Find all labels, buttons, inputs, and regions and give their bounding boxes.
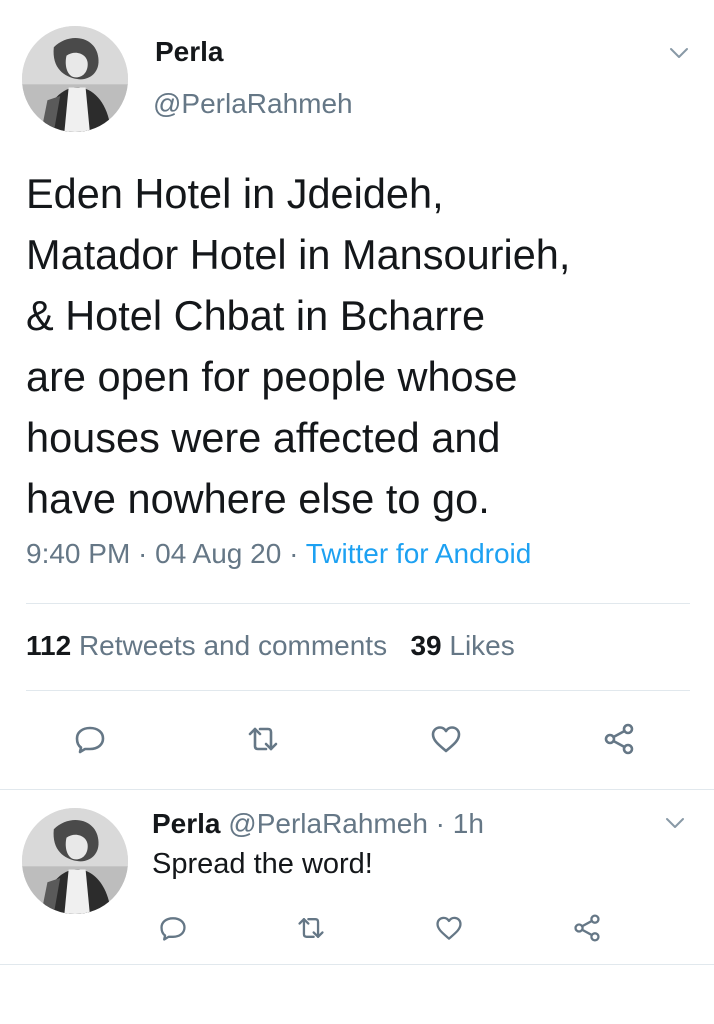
avatar[interactable] <box>22 808 128 914</box>
heart-icon[interactable] <box>434 913 464 943</box>
author-handle[interactable]: @PerlaRahmeh <box>153 88 353 120</box>
reply-text: Spread the word! <box>152 848 373 880</box>
tweet-text: Eden Hotel in Jdeideh, Matador Hotel in … <box>26 163 686 529</box>
heart-icon[interactable] <box>429 722 463 756</box>
tweet-text-line: houses were affected and <box>26 414 501 461</box>
retweets-label: Retweets and comments <box>78 630 388 661</box>
divider <box>0 964 714 965</box>
author-name[interactable]: Perla <box>155 36 224 68</box>
likes-count: 39 <box>410 630 442 661</box>
tweet-text-line: Eden Hotel in Jdeideh, <box>26 170 444 217</box>
avatar-photo <box>22 808 128 914</box>
reply-icon[interactable] <box>158 913 188 943</box>
tweet-time: 9:40 PM <box>26 538 131 569</box>
tweet-text-line: Matador Hotel in Mansourieh, <box>26 231 571 278</box>
reply-author-handle[interactable]: @PerlaRahmeh <box>228 808 428 839</box>
tweet-text-line: are open for people whose <box>26 353 518 400</box>
retweets-stat[interactable]: 112 Retweets and comments <box>26 630 387 661</box>
tweet-metadata: 9:40 PM · 04 Aug 20 · Twitter for Androi… <box>26 538 531 570</box>
divider <box>26 690 690 691</box>
meta-separator: · <box>281 538 306 569</box>
meta-separator: · <box>427 808 453 839</box>
reply-author-name[interactable]: Perla <box>152 808 221 839</box>
chevron-down-icon[interactable] <box>668 42 690 64</box>
avatar[interactable] <box>22 26 128 132</box>
engagement-stats: 112 Retweets and comments 39 Likes <box>26 630 515 662</box>
reply-header: Perla @PerlaRahmeh · 1h <box>152 808 484 840</box>
chevron-down-icon[interactable] <box>664 812 686 834</box>
meta-separator: · <box>130 538 156 569</box>
tweet-date: 04 Aug 20 <box>155 538 282 569</box>
reply-icon[interactable] <box>73 722 107 756</box>
divider <box>0 789 714 790</box>
retweet-icon[interactable] <box>246 722 280 756</box>
retweet-icon[interactable] <box>296 913 326 943</box>
share-icon[interactable] <box>572 913 602 943</box>
share-icon[interactable] <box>602 722 636 756</box>
avatar-photo <box>22 26 128 132</box>
likes-stat[interactable]: 39 Likes <box>410 630 514 661</box>
tweet-text-line: have nowhere else to go. <box>26 475 490 522</box>
retweets-count: 112 <box>26 630 72 661</box>
divider <box>26 603 690 604</box>
tweet-source-link[interactable]: Twitter for Android <box>306 538 532 569</box>
likes-label: Likes <box>449 630 515 661</box>
reply-time: 1h <box>452 808 484 839</box>
tweet-text-line: & Hotel Chbat in Bcharre <box>26 292 486 339</box>
